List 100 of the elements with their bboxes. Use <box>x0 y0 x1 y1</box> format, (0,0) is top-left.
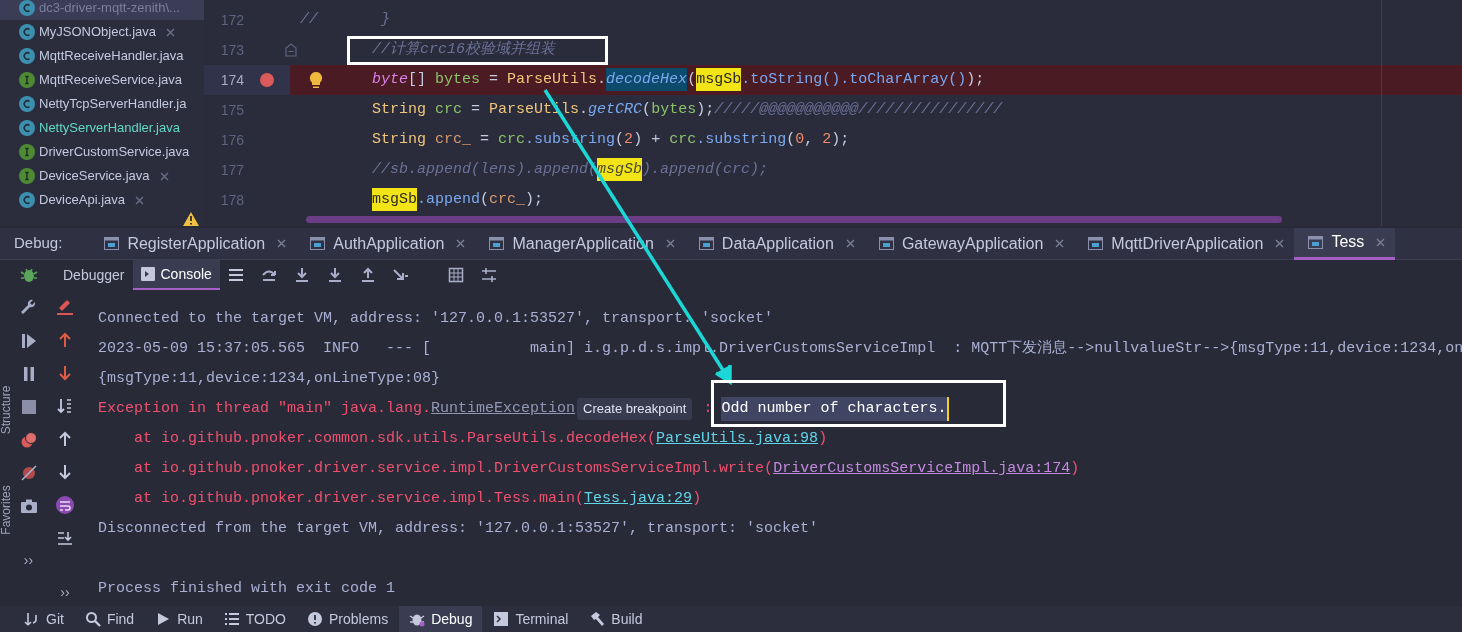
window-icon <box>1308 234 1324 250</box>
close-icon[interactable] <box>456 239 466 248</box>
tool-window-button[interactable]: Find <box>74 606 145 632</box>
line-number: 173 <box>219 40 244 60</box>
console-link[interactable]: DriverCustomsServiceImpl.java:174 <box>773 454 1071 484</box>
line-number: 172 <box>219 10 244 30</box>
run-tab[interactable]: DataApplication <box>684 227 865 260</box>
console-text: ) <box>1070 459 1080 479</box>
wrench-icon[interactable] <box>19 299 38 317</box>
clear-icon[interactable] <box>56 298 74 316</box>
menu-icon[interactable] <box>227 267 244 283</box>
close-icon[interactable] <box>1275 239 1285 248</box>
window-icon <box>698 236 714 251</box>
force-step-into-icon[interactable] <box>326 267 343 283</box>
resume-icon[interactable] <box>19 332 38 350</box>
code-line: // } <box>300 11 390 29</box>
line-number: 175 <box>219 100 244 120</box>
console-text: Process finished with exit code 1 <box>98 579 396 599</box>
file-tab[interactable]: MyJSONObject.java <box>0 20 204 44</box>
breakpoints-icon[interactable] <box>19 431 38 449</box>
code-line: msgSb.append(crc_); <box>372 191 544 209</box>
file-tab[interactable]: MqttReceiveService.java <box>0 68 204 92</box>
run-to-cursor-icon[interactable] <box>392 267 409 283</box>
tool-window-button[interactable]: Run <box>145 606 213 632</box>
run-tab[interactable]: RegisterApplication <box>90 227 297 260</box>
selected-text: Odd number of characters. <box>721 397 949 421</box>
close-icon[interactable] <box>1055 239 1065 248</box>
branch-icon <box>24 611 40 627</box>
breakpoint-icon[interactable] <box>260 73 274 87</box>
tooltip: Create breakpoint <box>577 398 693 420</box>
tool-window-button[interactable]: Terminal <box>483 606 579 632</box>
console-icon <box>140 267 155 281</box>
console-text: Disconnected from the target VM, address: '127.0.0.1:53527', transport: 'socket' <box>98 519 819 539</box>
camera-icon[interactable] <box>19 497 38 515</box>
run-tab[interactable]: MqttDriverApplication <box>1074 227 1295 260</box>
run-tab[interactable]: AuthApplication <box>296 227 476 260</box>
tool-window-button[interactable]: Debug <box>399 606 483 632</box>
file-tab[interactable]: DeviceApi.java <box>0 188 204 212</box>
code-line: byte[] bytes = ParseUtils.decodeHex(msgSb.toString().toCharArray()); <box>372 71 985 89</box>
close-icon[interactable] <box>277 239 287 248</box>
step-into-icon[interactable] <box>293 267 310 283</box>
console-text: Exception in thread "main" java.lang. <box>98 399 432 419</box>
scroll-to-end-icon[interactable] <box>56 529 74 547</box>
soft-wrap-icon[interactable] <box>56 496 74 514</box>
window-icon <box>310 236 326 251</box>
debug-subtab[interactable]: Debugger <box>55 260 133 290</box>
line-number: 174 <box>219 70 244 90</box>
stop-icon[interactable] <box>19 398 38 416</box>
side-tab[interactable]: Structure <box>0 385 15 435</box>
close-icon[interactable] <box>1376 237 1386 247</box>
tool-window-button[interactable]: Build <box>579 606 653 632</box>
debug-subtab[interactable]: Console <box>132 260 220 290</box>
run-tab[interactable]: GatewayApplication <box>864 227 1075 260</box>
console-text: {msgType:11,device:1234,onLineType:08} <box>98 369 441 389</box>
mute-breakpoints-icon[interactable] <box>19 464 38 482</box>
hammer-icon <box>589 611 606 627</box>
console-text: at io.github.pnoker.common.sdk.utils.ParseUtils.decodeHex( <box>133 429 657 449</box>
down-icon[interactable] <box>56 364 74 382</box>
file-tab[interactable]: NettyServerHandler.java <box>0 116 204 140</box>
window-icon <box>1088 236 1104 251</box>
run-tab[interactable]: Tess <box>1294 227 1396 260</box>
console-text: Connected to the target VM, address: '127.0.0.1:53527', transport: 'socket' <box>98 309 774 329</box>
console-link[interactable]: ParseUtils.java:98 <box>656 424 819 454</box>
side-tab[interactable]: Favorites <box>0 485 15 535</box>
console-text: : <box>702 399 714 419</box>
console-text: at io.github.pnoker.driver.service.impl.DriverCustomsServiceImpl.write( <box>133 459 774 479</box>
code-line: //计算crc16校验域并组装 <box>372 41 556 59</box>
close-icon[interactable] <box>166 27 176 37</box>
search-icon <box>84 611 101 627</box>
tool-window-button[interactable]: Git <box>14 606 74 632</box>
file-tab[interactable]: MqttReceiveHandler.java <box>0 44 204 68</box>
close-icon[interactable] <box>665 239 675 248</box>
window-icon <box>878 236 894 251</box>
console-link[interactable]: Tess.java:29 <box>584 484 693 514</box>
panel-title: Debug: <box>13 233 64 254</box>
tool-window-button[interactable]: TODO <box>213 606 296 632</box>
window-icon <box>489 236 505 251</box>
close-icon[interactable] <box>159 171 169 181</box>
close-icon[interactable] <box>845 239 855 248</box>
file-tab[interactable]: DeviceService.java <box>0 164 204 188</box>
streams-icon[interactable] <box>480 267 497 283</box>
step-out-icon[interactable] <box>359 267 376 283</box>
bug-icon[interactable] <box>19 266 38 284</box>
down-icon[interactable] <box>56 463 74 481</box>
terminal-icon <box>493 611 510 627</box>
tool-window-button[interactable]: Problems <box>297 606 399 632</box>
table-icon[interactable] <box>447 267 464 283</box>
console-text: at io.github.pnoker.driver.service.impl.Tess.main( <box>133 489 585 509</box>
console-text: ) <box>692 489 702 509</box>
close-icon[interactable] <box>135 195 144 205</box>
file-tab[interactable]: DriverCustomService.java <box>0 140 204 164</box>
scrollbar[interactable] <box>306 216 1282 223</box>
sort-icon[interactable] <box>56 397 74 415</box>
alert-icon <box>307 611 323 627</box>
more-button[interactable]: ›› <box>60 582 70 603</box>
file-tab[interactable]: NettyTcpServerHandler.ja <box>0 92 204 116</box>
list-icon <box>223 611 240 627</box>
line-number: 177 <box>219 160 244 180</box>
console-link[interactable]: RuntimeException <box>431 394 576 424</box>
more-button[interactable]: ›› <box>23 550 34 571</box>
